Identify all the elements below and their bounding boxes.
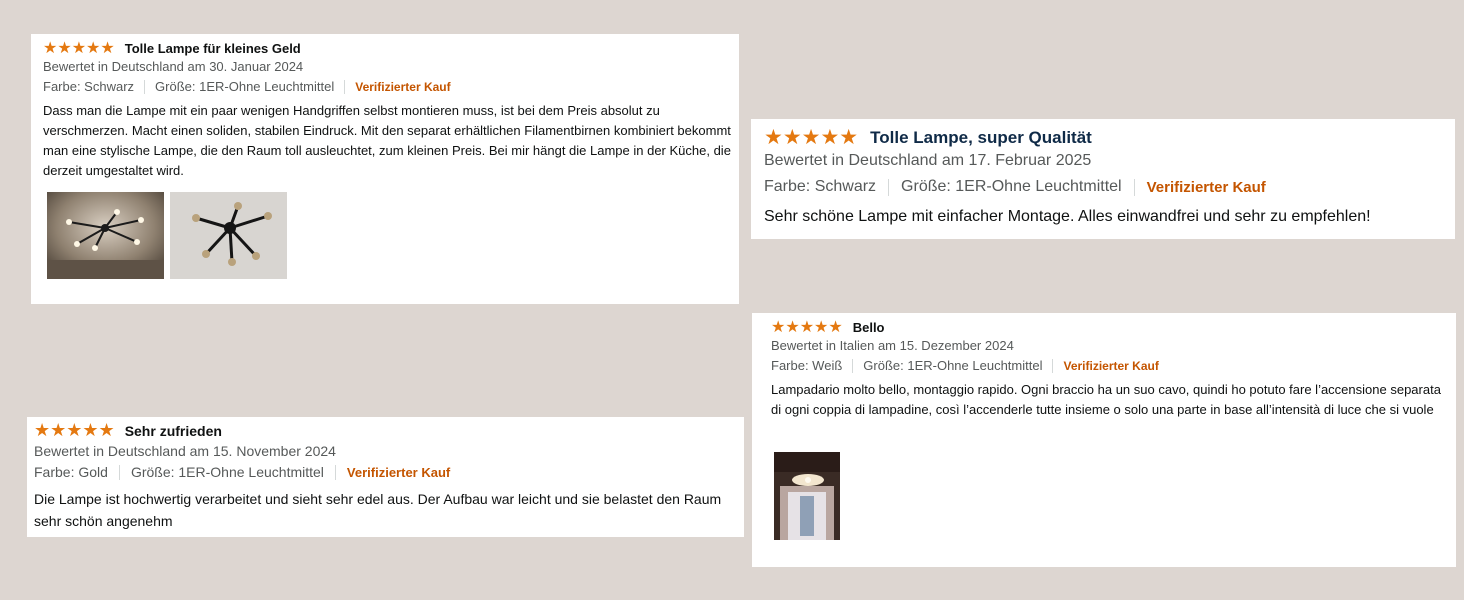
review-date: Bewertet in Deutschland am 30. Januar 20… — [43, 59, 304, 74]
color-attribute[interactable]: Farbe: Weiß — [771, 358, 842, 373]
review-attributes: Farbe: Weiß Größe: 1ER-Ohne Leuchtmittel… — [771, 358, 1159, 373]
review-photos — [774, 452, 840, 545]
room-lamp-photo[interactable] — [774, 452, 840, 540]
review-header: ★★★★★ Sehr zufrieden — [34, 420, 222, 441]
five-star-rating-icon[interactable]: ★★★★★ — [34, 420, 115, 441]
review-text: Lampadario molto bello, montaggio rapido… — [771, 382, 1441, 417]
size-attribute[interactable]: Größe: 1ER-Ohne Leuchtmittel — [131, 464, 324, 480]
five-star-rating-icon[interactable]: ★★★★★ — [764, 125, 858, 150]
verified-purchase-badge: Verifizierter Kauf — [346, 464, 451, 480]
review-header: ★★★★★ Tolle Lampe, super Qualität — [764, 125, 1092, 150]
review-date: Bewertet in Deutschland am 17. Februar 2… — [764, 152, 1092, 169]
verified-purchase-badge: Verifizierter Kauf — [355, 79, 451, 94]
review-card: ★★★★★ Tolle Lampe für kleines Geld Bewer… — [31, 34, 739, 304]
review-header: ★★★★★ Bello — [771, 317, 885, 337]
review-attributes: Farbe: Schwarz Größe: 1ER-Ohne Leuchtmit… — [43, 79, 451, 94]
five-star-rating-icon[interactable]: ★★★★★ — [771, 317, 843, 337]
review-text: Die Lampe ist hochwertig verarbeitet und… — [34, 491, 722, 529]
review-header: ★★★★★ Tolle Lampe für kleines Geld — [43, 38, 301, 58]
divider — [1052, 358, 1054, 373]
divider — [852, 358, 854, 373]
divider — [888, 178, 890, 196]
ceiling-lamp-photo[interactable] — [170, 192, 287, 279]
review-date: Bewertet in Italien am 15. Dezember 2024 — [771, 338, 1014, 353]
divider — [344, 79, 346, 94]
color-attribute[interactable]: Farbe: Schwarz — [764, 178, 876, 196]
review-card: ★★★★★ Bello Bewertet in Italien am 15. D… — [752, 313, 1456, 567]
divider — [334, 464, 336, 480]
verified-purchase-badge: Verifizierter Kauf — [1063, 358, 1159, 373]
review-card: ★★★★★ Sehr zufrieden Bewertet in Deutsch… — [27, 417, 744, 537]
divider — [144, 79, 146, 94]
color-attribute[interactable]: Farbe: Gold — [34, 464, 108, 480]
size-attribute[interactable]: Größe: 1ER-Ohne Leuchtmittel — [155, 79, 334, 94]
ceiling-lamp-photo[interactable] — [47, 192, 164, 279]
review-date: Bewertet in Deutschland am 15. November … — [34, 443, 336, 459]
review-attributes: Farbe: Schwarz Größe: 1ER-Ohne Leuchtmit… — [764, 178, 1266, 196]
review-title[interactable]: Sehr zufrieden — [125, 423, 222, 439]
review-photos — [47, 192, 287, 279]
verified-purchase-badge: Verifizierter Kauf — [1146, 178, 1266, 196]
review-title[interactable]: Tolle Lampe, super Qualität — [870, 128, 1092, 148]
review-text: Dass man die Lampe mit ein paar wenigen … — [43, 103, 731, 178]
color-attribute[interactable]: Farbe: Schwarz — [43, 79, 134, 94]
review-attributes: Farbe: Gold Größe: 1ER-Ohne Leuchtmittel… — [34, 464, 450, 480]
review-card: ★★★★★ Tolle Lampe, super Qualität Bewert… — [751, 119, 1455, 239]
review-text: Sehr schöne Lampe mit einfacher Montage.… — [764, 208, 1371, 225]
five-star-rating-icon[interactable]: ★★★★★ — [43, 38, 115, 58]
divider — [1133, 178, 1135, 196]
divider — [118, 464, 120, 480]
size-attribute[interactable]: Größe: 1ER-Ohne Leuchtmittel — [863, 358, 1042, 373]
review-title[interactable]: Bello — [853, 320, 885, 335]
size-attribute[interactable]: Größe: 1ER-Ohne Leuchtmittel — [901, 178, 1122, 196]
review-title[interactable]: Tolle Lampe für kleines Geld — [125, 41, 301, 56]
